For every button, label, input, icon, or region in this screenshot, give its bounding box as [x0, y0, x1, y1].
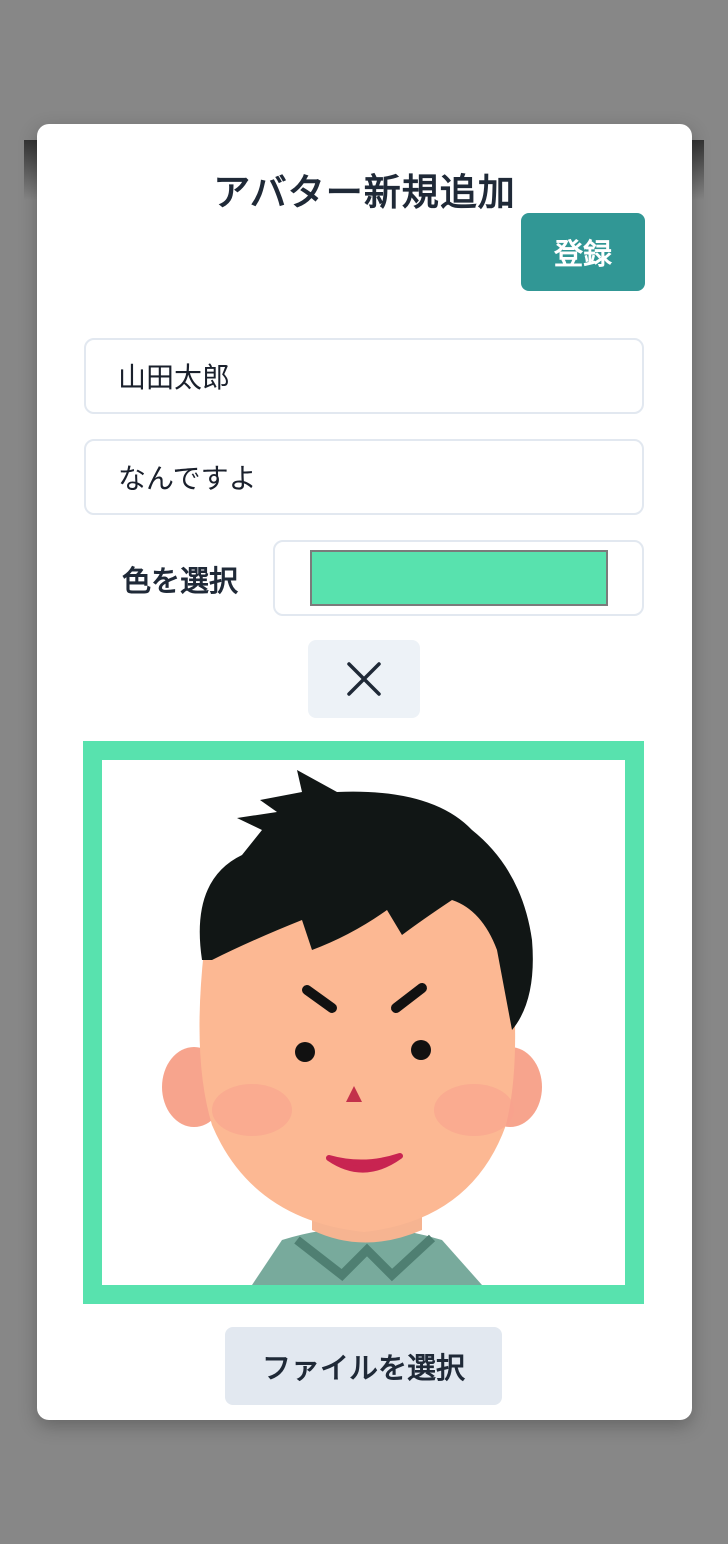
register-button[interactable]: 登録 — [521, 213, 645, 291]
choose-file-button[interactable]: ファイルを選択 — [225, 1327, 502, 1405]
add-avatar-modal: アバター新規追加 登録 色を選択 — [37, 124, 692, 1420]
color-swatch[interactable] — [310, 550, 608, 606]
name-input[interactable] — [84, 338, 644, 414]
clear-image-button[interactable] — [308, 640, 420, 718]
color-picker-input[interactable] — [273, 540, 644, 616]
color-picker-label: 色を選択 — [122, 564, 239, 598]
close-icon — [347, 662, 381, 696]
avatar-preview — [83, 741, 644, 1304]
message-input[interactable] — [84, 439, 644, 515]
modal-title: アバター新規追加 — [213, 171, 516, 214]
avatar-image — [162, 770, 542, 1285]
